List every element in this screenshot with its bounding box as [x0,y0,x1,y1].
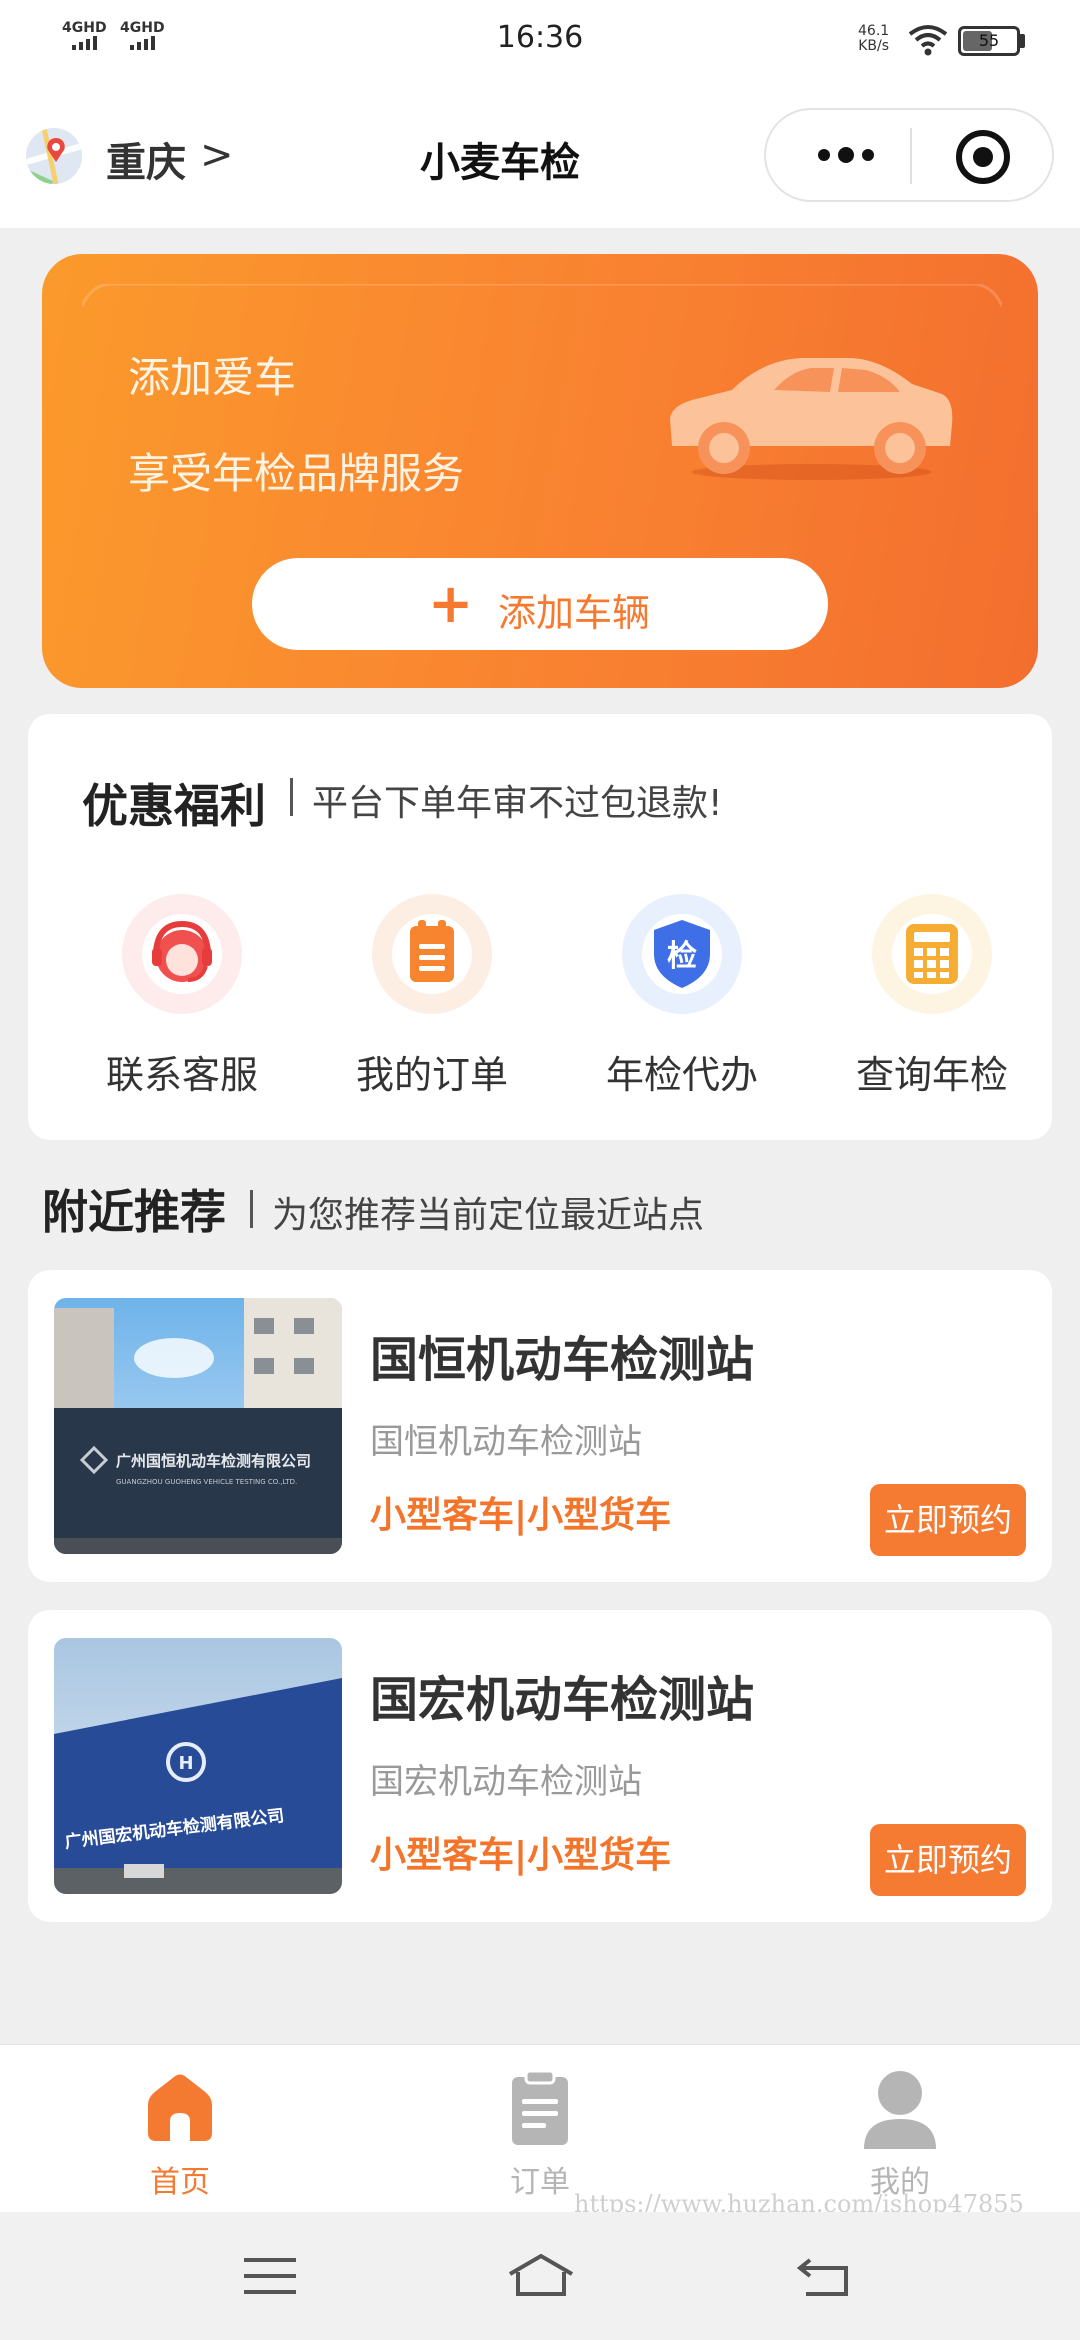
nearby-title: 附近推荐 [42,1185,226,1239]
tab-label: 首页 [150,2165,210,2200]
speed-value: 46.1 [858,23,890,39]
station-name: 国恒机动车检测站 [370,1332,755,1388]
station-name: 国宏机动车检测站 [370,1672,755,1728]
station-card[interactable]: 广州国恒机动车检测有限公司 GUANGZHOU GUOHENG VEHICLE … [28,1270,1052,1582]
feature-label: 查询年检 [855,1053,1008,1097]
banner-decoration [82,284,1002,307]
nearby-subtitle: 为您推荐当前定位最近站点 [272,1195,705,1236]
battery-level: 55 [978,31,1000,50]
user-icon [864,2071,936,2149]
battery-icon: 55 [958,26,1020,56]
battery-tip [1020,34,1025,48]
station-photo: H 广州国宏机动车检测有限公司 [54,1638,342,1894]
tab-orders[interactable]: 订单 [440,2069,640,2200]
plus-icon: + [428,572,474,635]
title-divider [250,1190,253,1228]
vehicle-types: 小型客车|小型货车 [370,1835,672,1876]
benefits-title: 优惠福利 [82,779,266,833]
tab-bar: 首页 订单 我的 [0,2044,1080,2212]
home-icon [148,2074,212,2141]
nav-bar: 重庆 > 小麦车检 [0,80,1080,228]
target-icon[interactable] [956,130,1010,184]
headset-icon [122,894,242,1014]
tab-home[interactable]: 首页 [80,2069,280,2200]
station-subtitle: 国宏机动车检测站 [370,1762,642,1802]
benefits-subtitle: 平台下单年审不过包退款! [312,783,723,824]
capsule-divider [910,128,912,184]
calculator-icon [872,894,992,1014]
shield-badge-text: 检 [667,939,697,974]
photo-sign-text-en: GUANGZHOU GUOHENG VEHICLE TESTING CO.,LT… [116,1478,297,1486]
feature-my-orders[interactable]: 我的订单 [332,894,532,1114]
add-vehicle-label: 添加车辆 [498,591,651,635]
clipboard-icon [372,894,492,1014]
add-vehicle-button[interactable]: + 添加车辆 [252,558,828,650]
wifi-icon [908,25,948,56]
car-icon [670,358,953,480]
vehicle-types: 小型客车|小型货车 [370,1495,672,1536]
feature-query-inspection[interactable]: 查询年检 [832,894,1032,1114]
network-speed: 46.1 KB/s [858,24,889,54]
banner-headline: 添加爱车 [128,353,297,402]
home-button-icon[interactable] [506,2254,576,2298]
station-subtitle: 国恒机动车检测站 [370,1422,642,1462]
system-nav-bar [0,2212,1080,2340]
mini-program-capsule [764,108,1054,202]
status-bar: 4GHD 4GHD 16:36 46.1 KB/s 55 [0,0,1080,80]
feature-label: 我的订单 [355,1053,508,1097]
book-now-button[interactable]: 立即预约 [870,1484,1026,1556]
svg-text:H: H [178,1753,193,1774]
feature-annual-inspection-agent[interactable]: 检 年检代办 [582,894,782,1114]
order-icon [512,2069,568,2145]
feature-label: 联系客服 [105,1053,258,1097]
feature-customer-service[interactable]: 联系客服 [82,894,282,1114]
station-photo: 广州国恒机动车检测有限公司 GUANGZHOU GUOHENG VEHICLE … [54,1298,342,1554]
feature-label: 年检代办 [605,1053,758,1097]
more-dots-icon[interactable] [806,130,886,180]
menu-icon[interactable] [244,2256,296,2296]
photo-sign-text: 广州国恒机动车检测有限公司 [116,1452,311,1470]
tab-mine[interactable]: 我的 [800,2069,1000,2200]
benefits-card: 优惠福利 平台下单年审不过包退款! 联系客服 我的订单 检 年检代办 查询年检 [28,714,1052,1140]
speed-unit: KB/s [858,38,889,54]
shield-icon: 检 [622,894,742,1014]
station-card[interactable]: H 广州国宏机动车检测有限公司 国宏机动车检测站 国宏机动车检测站 小型客车|小… [28,1610,1052,1922]
add-car-banner: 添加爱车 享受年检品牌服务 + 添加车辆 [42,254,1038,688]
book-now-button[interactable]: 立即预约 [870,1824,1026,1896]
banner-subline: 享受年检品牌服务 [128,449,465,498]
back-icon[interactable] [796,2256,852,2298]
title-divider [290,778,293,816]
